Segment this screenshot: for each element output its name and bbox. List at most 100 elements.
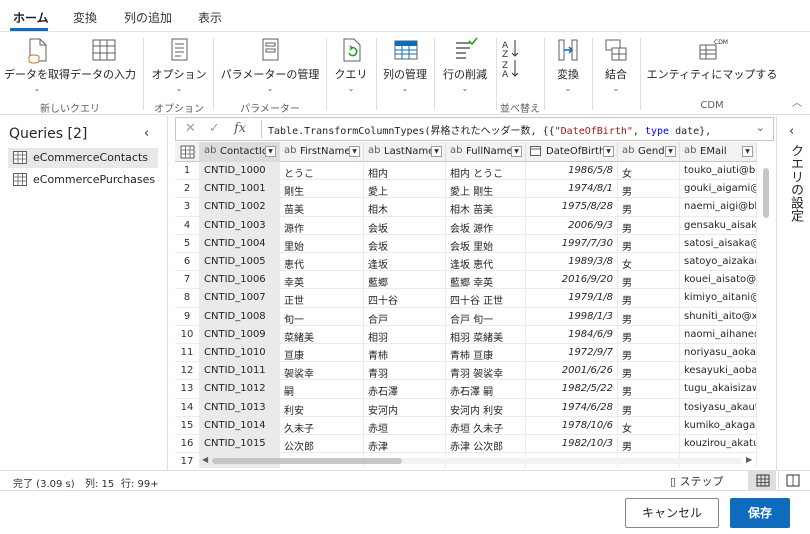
table-cell[interactable]: CNTID_1003: [200, 216, 280, 235]
column-header[interactable]: ab Gender ▼: [618, 142, 680, 162]
schema-view-button[interactable]: [778, 471, 806, 490]
table-cell[interactable]: CNTID_1008: [200, 307, 280, 326]
cancel-button[interactable]: キャンセル: [625, 498, 719, 528]
formula-text[interactable]: Table.TransformColumnTypes(昇格されたヘッダー数, {…: [268, 122, 738, 137]
table-cell[interactable]: CNTID_1007: [200, 289, 280, 308]
query-settings-title[interactable]: クエリの設定: [786, 144, 805, 222]
table-row[interactable]: 14 CNTID_1013 利安 安河内 安河内 利安 1974/6/28 男 tosiyas…: [175, 398, 757, 417]
table-cell[interactable]: 赤津 公次郎: [446, 435, 526, 454]
table-cell[interactable]: 男: [618, 398, 680, 417]
table-row[interactable]: 7 CNTID_1006 幸英 藍郷 藍郷 幸英 2016/9/20 男 kouei_aisa…: [175, 271, 757, 290]
column-header[interactable]: ab FirstName ▼: [280, 142, 364, 162]
column-header[interactable]: ab FullName ▼: [446, 142, 526, 162]
table-cell[interactable]: 2006/9/3: [526, 216, 618, 235]
column-header[interactable]: ab EMail ▼: [680, 142, 757, 162]
steps-button[interactable]: ▯ ステップ: [670, 473, 724, 489]
table-cell[interactable]: gensaku_aisaka: [680, 216, 757, 235]
table-row[interactable]: 13 CNTID_1012 嗣赤石澤 赤石澤 嗣 1982/5/22 男 tugu_akai…: [175, 380, 757, 399]
table-cell[interactable]: 男: [618, 435, 680, 454]
row-number[interactable]: 17: [175, 453, 200, 468]
expand-settings-icon[interactable]: ‹: [789, 124, 794, 139]
table-cell[interactable]: 赤垣 久未子: [446, 416, 526, 435]
tab-transform[interactable]: 変換: [73, 9, 97, 26]
expand-formula-icon[interactable]: ⌄: [756, 121, 765, 134]
table-cell[interactable]: 愛上: [364, 180, 446, 199]
table-cell[interactable]: CNTID_1011: [200, 362, 280, 381]
table-cell[interactable]: naomi_aihane@: [680, 325, 757, 344]
table-cell[interactable]: kimiyo_aitani@: [680, 289, 757, 308]
table-cell[interactable]: kouzirou_akatu: [680, 435, 757, 454]
table-cell[interactable]: 赤石澤: [364, 380, 446, 399]
scroll-left-icon[interactable]: ◀: [202, 455, 208, 464]
table-cell[interactable]: 源作: [280, 216, 364, 235]
table-row[interactable]: 1 CNTID_1000 とうこ 相内 相内 とうこ 1986/5/8 女 touko_aiu…: [175, 162, 757, 181]
row-number[interactable]: 6: [175, 253, 200, 272]
table-cell[interactable]: CNTID_1005: [200, 253, 280, 272]
table-cell[interactable]: 亘康: [280, 344, 364, 363]
row-number[interactable]: 12: [175, 362, 200, 381]
scroll-thumb[interactable]: [212, 458, 402, 464]
collapse-ribbon-icon[interactable]: ︿: [792, 94, 802, 109]
table-cell[interactable]: 旬一: [280, 307, 364, 326]
table-cell[interactable]: 男: [618, 344, 680, 363]
table-cell[interactable]: 安河内 利安: [446, 398, 526, 417]
grid-view-button[interactable]: [748, 471, 776, 490]
table-cell[interactable]: 1979/1/8: [526, 289, 618, 308]
table-cell[interactable]: 1982/10/3: [526, 435, 618, 454]
table-cell[interactable]: 1978/10/6: [526, 416, 618, 435]
column-filter-icon[interactable]: ▼: [511, 146, 522, 157]
table-cell[interactable]: 1986/5/8: [526, 162, 618, 181]
table-cell[interactable]: CNTID_1010: [200, 344, 280, 363]
table-cell[interactable]: CNTID_1015: [200, 435, 280, 454]
table-cell[interactable]: CNTID_1013: [200, 398, 280, 417]
table-cell[interactable]: 男: [618, 216, 680, 235]
table-cell[interactable]: satosi_aisaka@: [680, 234, 757, 253]
table-cell[interactable]: 男: [618, 180, 680, 199]
table-cell[interactable]: 幸英: [280, 271, 364, 290]
table-cell[interactable]: 会坂: [364, 216, 446, 235]
map-to-entity-button[interactable]: CDM エンティティにマップする: [644, 35, 780, 99]
table-cell[interactable]: 男: [618, 271, 680, 290]
table-cell[interactable]: CNTID_1012: [200, 380, 280, 399]
table-cell[interactable]: 逢坂 恵代: [446, 253, 526, 272]
table-cell[interactable]: 1975/8/28: [526, 198, 618, 217]
column-filter-icon[interactable]: ▼: [742, 146, 753, 157]
table-cell[interactable]: 2001/6/26: [526, 362, 618, 381]
table-cell[interactable]: noriyasu_aokak: [680, 344, 757, 363]
query-item-ecommercecontacts[interactable]: eCommerceContacts: [8, 148, 158, 168]
table-cell[interactable]: touko_aiuti@bb: [680, 162, 757, 181]
row-number[interactable]: 16: [175, 435, 200, 454]
table-cell[interactable]: CNTID_1004: [200, 234, 280, 253]
table-cell[interactable]: 男: [618, 380, 680, 399]
table-cell[interactable]: 男: [618, 289, 680, 308]
row-number[interactable]: 7: [175, 271, 200, 290]
table-cell[interactable]: 会坂: [364, 234, 446, 253]
table-cell[interactable]: naemi_aigi@bb: [680, 198, 757, 217]
table-cell[interactable]: 青柿 亘康: [446, 344, 526, 363]
table-cell[interactable]: 会坂 源作: [446, 216, 526, 235]
formula-bar[interactable]: ✕ ✓ fx Table.TransformColumnTypes(昇格されたヘ…: [175, 117, 774, 141]
table-row[interactable]: 10 CNTID_1009 菜緒美 相羽 相羽 菜緒美 1984/6/9 男 naomi_ai…: [175, 325, 757, 344]
date-type-icon[interactable]: [530, 145, 541, 159]
row-number[interactable]: 11: [175, 344, 200, 363]
reduce-rows-button[interactable]: 行の削減 ⌄: [438, 35, 492, 99]
tab-add-column[interactable]: 列の追加: [124, 9, 172, 26]
table-cell[interactable]: 苗美: [280, 198, 364, 217]
column-header[interactable]: ab ContactId ▼: [200, 142, 280, 162]
text-type-icon[interactable]: ab: [622, 145, 634, 156]
row-number[interactable]: 14: [175, 398, 200, 417]
text-type-icon[interactable]: ab: [684, 145, 696, 156]
table-cell[interactable]: 正世: [280, 289, 364, 308]
text-type-icon[interactable]: ab: [204, 145, 216, 156]
table-cell[interactable]: 男: [618, 325, 680, 344]
table-cell[interactable]: 相木: [364, 198, 446, 217]
text-type-icon[interactable]: ab: [368, 145, 380, 156]
text-type-icon[interactable]: ab: [450, 145, 462, 156]
table-cell[interactable]: 青羽: [364, 362, 446, 381]
tab-home[interactable]: ホーム: [13, 9, 49, 26]
enter-data-button[interactable]: データの入力: [70, 35, 136, 99]
table-cell[interactable]: 青羽 袈裟幸: [446, 362, 526, 381]
table-cell[interactable]: 相木 苗美: [446, 198, 526, 217]
column-header[interactable]: ab LastName ▼: [364, 142, 446, 162]
cancel-formula-icon[interactable]: ✕: [185, 121, 196, 136]
